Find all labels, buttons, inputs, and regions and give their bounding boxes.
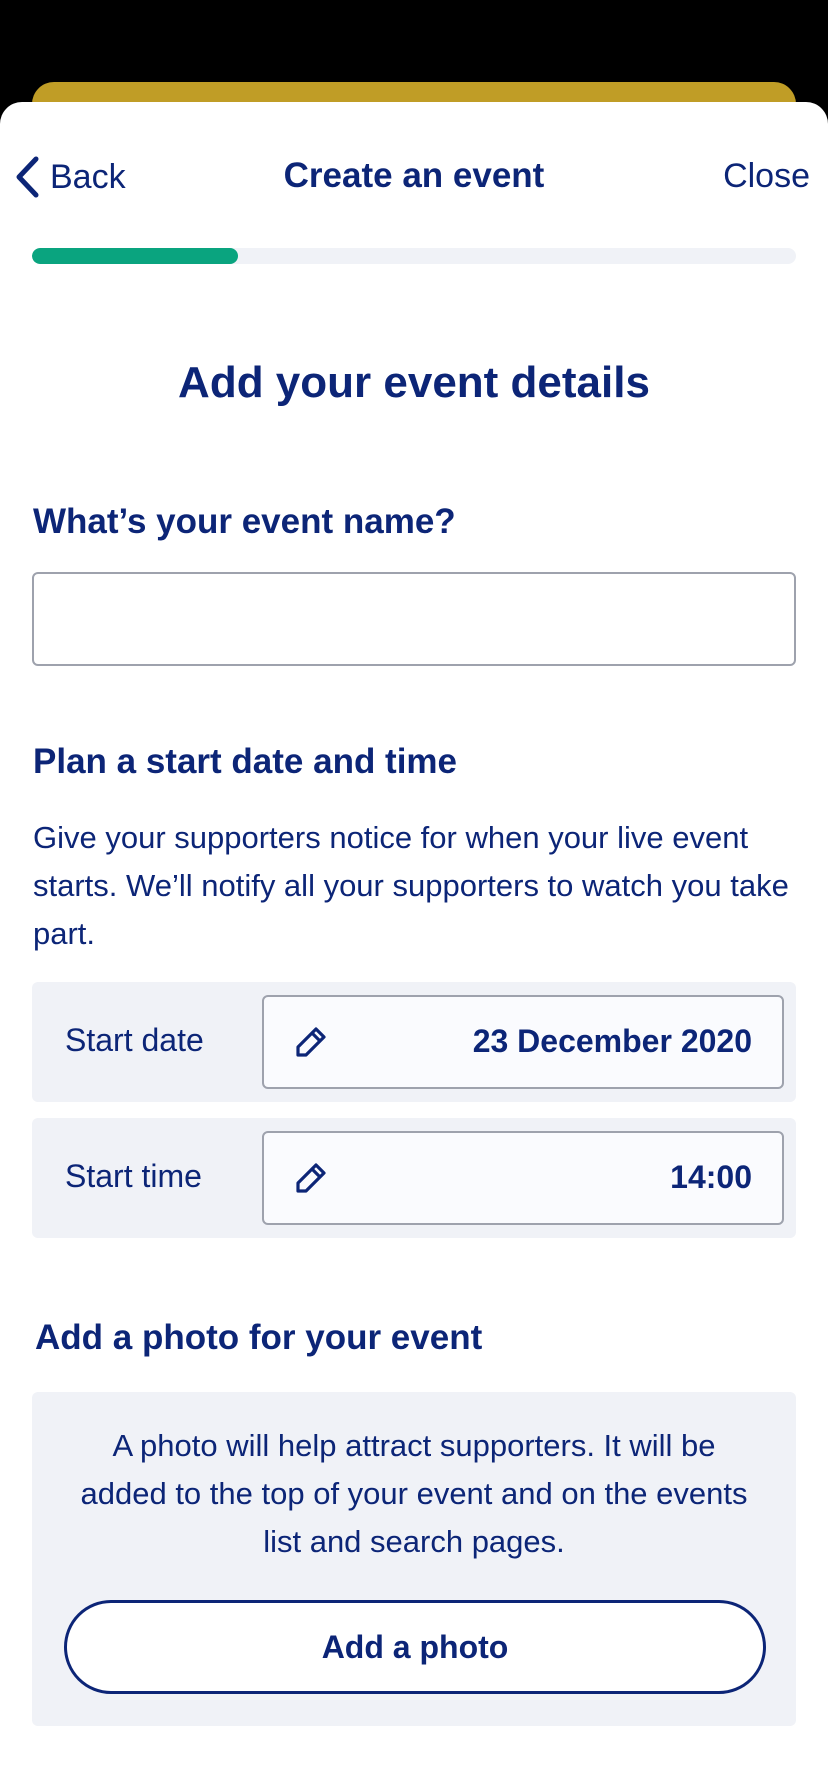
start-date-row: Start date 23 December 2020 [32,982,796,1102]
nav-title: Create an event [283,156,545,195]
start-date-label: Start date [65,1022,204,1058]
start-date-field[interactable]: 23 December 2020 [262,995,784,1089]
start-time-value: 14:00 [670,1159,752,1195]
start-time-row: Start time 14:00 [32,1118,796,1238]
schedule-heading: Plan a start date and time [33,742,458,781]
start-time-label: Start time [65,1158,202,1194]
event-name-label: What’s your event name? [33,502,456,541]
photo-description: A photo will help attract supporters. It… [80,1428,748,1559]
event-name-input[interactable] [32,572,796,666]
pencil-icon [294,1025,328,1064]
start-date-value: 23 December 2020 [472,1023,752,1059]
start-time-field[interactable]: 14:00 [262,1131,784,1225]
page-title: Add your event details [178,358,650,407]
add-photo-button[interactable]: Add a photo [64,1600,766,1694]
progress-bar [32,248,796,264]
schedule-description: Give your supporters notice for when you… [33,820,789,951]
pencil-icon [294,1161,328,1200]
photo-panel: A photo will help attract supporters. It… [32,1392,796,1726]
create-event-sheet: Back Create an event Close Add your even… [0,102,828,1792]
progress-fill [32,248,239,264]
close-button[interactable]: Close [723,157,810,196]
photo-heading: Add a photo for your event [35,1318,483,1357]
